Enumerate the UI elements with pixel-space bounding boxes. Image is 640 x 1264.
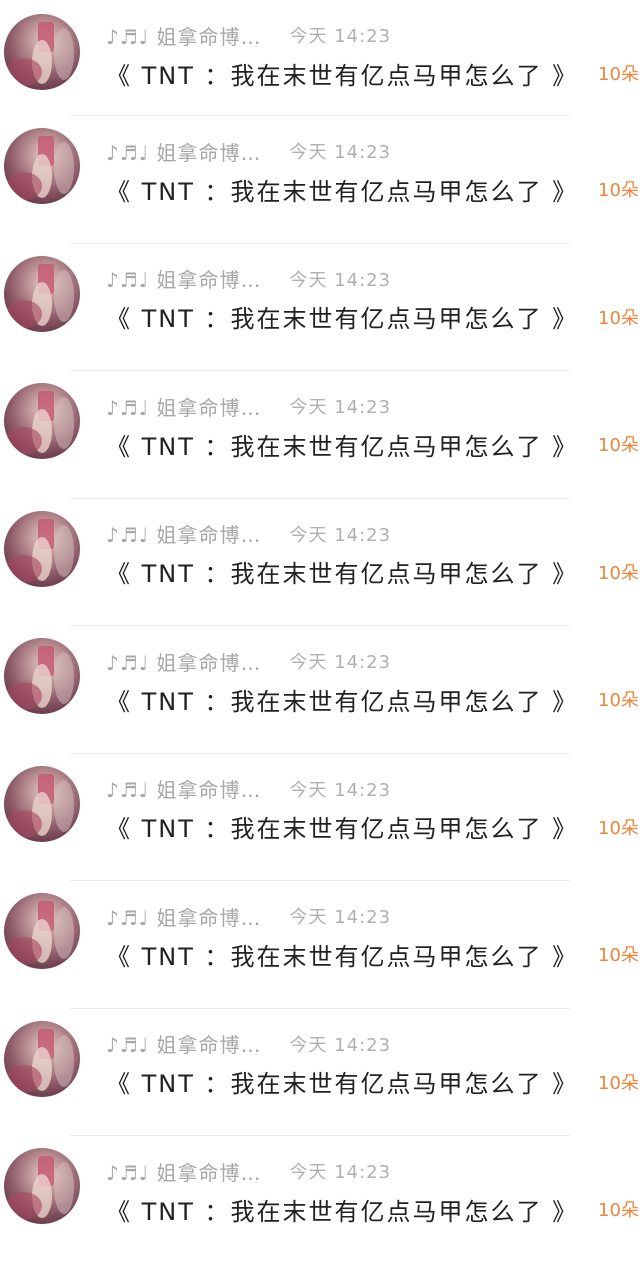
- sender-name[interactable]: ♪♬♩ 姐拿命博…: [106, 647, 261, 676]
- message-meta: ♪♬♩ 姐拿命博… 今天 14:23: [106, 391, 391, 421]
- timestamp: 今天 14:23: [289, 269, 392, 291]
- sender-name[interactable]: ♪♬♩ 姐拿命博…: [106, 392, 261, 421]
- message-meta: ♪♬♩ 姐拿命博… 今天 14:23: [106, 901, 391, 931]
- flower-count: 10朵: [598, 180, 639, 201]
- message-row[interactable]: ♪♬♩ 姐拿命博… 今天 14:23 《 TNT ：我在末世有亿点马甲怎么了 》…: [0, 881, 640, 1009]
- message-row[interactable]: ♪♬♩ 姐拿命博… 今天 14:23 《 TNT ：我在末世有亿点马甲怎么了 》…: [0, 1136, 640, 1264]
- avatar-photo-icon: [6, 391, 74, 455]
- sender-name[interactable]: ♪♬♩ 姐拿命博…: [106, 902, 261, 931]
- avatar-photo-icon: [6, 136, 74, 200]
- message-meta: ♪♬♩ 姐拿命博… 今天 14:23: [106, 1156, 391, 1186]
- flower-count: 10朵: [598, 945, 639, 966]
- flower-count: 10朵: [598, 690, 639, 711]
- message-row[interactable]: ♪♬♩ 姐拿命博… 今天 14:23 《 TNT ：我在末世有亿点马甲怎么了 》…: [0, 499, 640, 626]
- message-text: 《 TNT ：我在末世有亿点马甲怎么了 》: [106, 305, 579, 333]
- avatar[interactable]: [4, 255, 80, 332]
- message-row[interactable]: ♪♬♩ 姐拿命博… 今天 14:23 《 TNT ：我在末世有亿点马甲怎么了 》…: [0, 244, 640, 371]
- message-text: 《 TNT ：我在末世有亿点马甲怎么了 》: [106, 61, 579, 90]
- timestamp: 今天 14:23: [289, 779, 392, 801]
- timestamp: 今天 14:23: [289, 142, 392, 163]
- message-text: 《 TNT ：我在末世有亿点马甲怎么了 》: [106, 942, 579, 971]
- avatar[interactable]: [4, 14, 80, 90]
- flower-count: 10朵: [598, 817, 639, 839]
- sender-name[interactable]: ♪♬♩ 姐拿命博…: [106, 519, 261, 548]
- message-row[interactable]: ♪♬♩ 姐拿命博… 今天 14:23 《 TNT ：我在末世有亿点马甲怎么了 》…: [0, 116, 640, 244]
- message-meta: ♪♬♩ 姐拿命博… 今天 14:23: [106, 1029, 391, 1059]
- avatar[interactable]: [4, 128, 80, 204]
- sender-name[interactable]: ♪♬♩ 姐拿命博…: [106, 1029, 261, 1058]
- message-list: ♪♬♩ 姐拿命博… 今天 14:23 《 TNT ：我在末世有亿点马甲怎么了 》…: [0, 0, 640, 1264]
- avatar-photo-icon: [6, 263, 74, 328]
- avatar-photo-icon: [6, 1156, 74, 1220]
- avatar[interactable]: [4, 1020, 80, 1097]
- sender-name[interactable]: ♪♬♩ 姐拿命博…: [106, 264, 261, 293]
- message-row[interactable]: ♪♬♩ 姐拿命博… 今天 14:23 《 TNT ：我在末世有亿点马甲怎么了 》…: [0, 1009, 640, 1136]
- avatar[interactable]: [4, 893, 80, 969]
- message-row[interactable]: ♪♬♩ 姐拿命博… 今天 14:23 《 TNT ：我在末世有亿点马甲怎么了 》…: [0, 754, 640, 881]
- avatar-photo-icon: [6, 773, 74, 838]
- flower-count: 10朵: [598, 1200, 639, 1221]
- timestamp: 今天 14:23: [289, 1162, 392, 1183]
- sender-name[interactable]: ♪♬♩ 姐拿命博…: [106, 21, 261, 50]
- avatar[interactable]: [4, 638, 80, 714]
- message-row[interactable]: ♪♬♩ 姐拿命博… 今天 14:23 《 TNT ：我在末世有亿点马甲怎么了 》…: [0, 0, 640, 116]
- avatar-photo-icon: [6, 518, 74, 583]
- message-text: 《 TNT ：我在末世有亿点马甲怎么了 》: [106, 560, 579, 588]
- avatar[interactable]: [4, 383, 80, 459]
- flower-count: 10朵: [598, 64, 639, 85]
- avatar-photo-icon: [6, 22, 74, 86]
- message-text: 《 TNT ：我在末世有亿点马甲怎么了 》: [106, 432, 579, 461]
- avatar-photo-icon: [6, 901, 74, 965]
- message-meta: ♪♬♩ 姐拿命博… 今天 14:23: [106, 264, 391, 294]
- timestamp: 今天 14:23: [289, 907, 392, 928]
- message-text: 《 TNT ：我在末世有亿点马甲怎么了 》: [106, 177, 579, 206]
- sender-name[interactable]: ♪♬♩ 姐拿命博…: [106, 137, 261, 166]
- avatar[interactable]: [4, 510, 80, 587]
- flower-count: 10朵: [598, 1072, 639, 1094]
- message-meta: ♪♬♩ 姐拿命博… 今天 14:23: [106, 20, 391, 50]
- message-text: 《 TNT ：我在末世有亿点马甲怎么了 》: [106, 1070, 579, 1098]
- avatar-photo-icon: [6, 646, 74, 710]
- avatar-photo-icon: [6, 1028, 74, 1093]
- avatar[interactable]: [4, 1148, 80, 1224]
- timestamp: 今天 14:23: [289, 652, 392, 673]
- timestamp: 今天 14:23: [289, 524, 392, 546]
- sender-name[interactable]: ♪♬♩ 姐拿命博…: [106, 1157, 261, 1186]
- avatar[interactable]: [4, 765, 80, 842]
- message-meta: ♪♬♩ 姐拿命博… 今天 14:23: [106, 136, 391, 166]
- flower-count: 10朵: [598, 307, 639, 329]
- message-meta: ♪♬♩ 姐拿命博… 今天 14:23: [106, 646, 391, 676]
- message-text: 《 TNT ：我在末世有亿点马甲怎么了 》: [106, 1197, 579, 1226]
- message-meta: ♪♬♩ 姐拿命博… 今天 14:23: [106, 519, 391, 549]
- sender-name[interactable]: ♪♬♩ 姐拿命博…: [106, 774, 261, 803]
- timestamp: 今天 14:23: [289, 26, 392, 47]
- flower-count: 10朵: [598, 435, 639, 456]
- message-meta: ♪♬♩ 姐拿命博… 今天 14:23: [106, 774, 391, 804]
- message-text: 《 TNT ：我在末世有亿点马甲怎么了 》: [106, 687, 579, 716]
- flower-count: 10朵: [598, 562, 639, 584]
- message-text: 《 TNT ：我在末世有亿点马甲怎么了 》: [106, 815, 579, 843]
- timestamp: 今天 14:23: [289, 1034, 392, 1056]
- message-row[interactable]: ♪♬♩ 姐拿命博… 今天 14:23 《 TNT ：我在末世有亿点马甲怎么了 》…: [0, 626, 640, 754]
- timestamp: 今天 14:23: [289, 397, 392, 418]
- message-row[interactable]: ♪♬♩ 姐拿命博… 今天 14:23 《 TNT ：我在末世有亿点马甲怎么了 》…: [0, 371, 640, 499]
